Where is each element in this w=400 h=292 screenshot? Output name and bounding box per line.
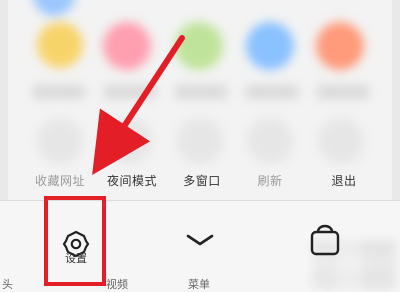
screen: 收藏网址 夜间模式 多窗口 刷新 退出 设置 头 视频 菜单 xyxy=(0,0,400,292)
annotation-arrow xyxy=(92,35,185,176)
